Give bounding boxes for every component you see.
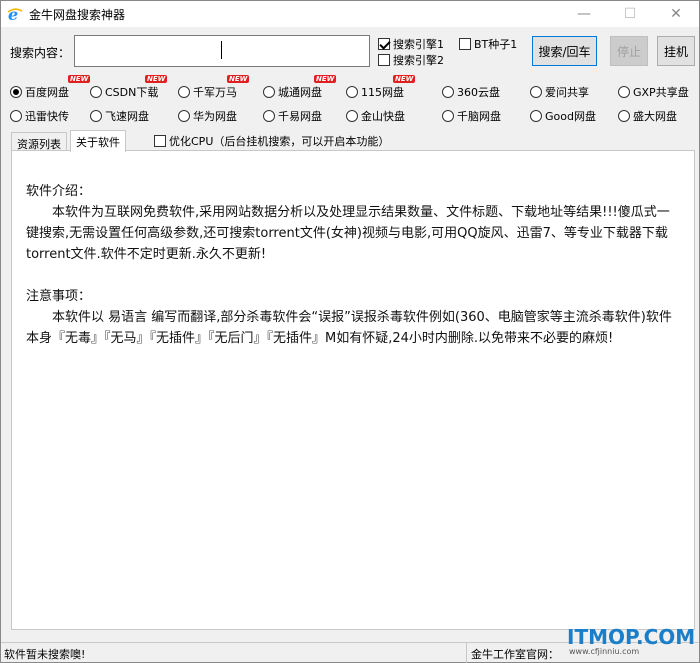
source-label: 飞速网盘: [105, 110, 149, 123]
bt-label: BT种子1: [474, 38, 518, 51]
optimize-cpu-label: 优化CPU（后台挂机搜索，可以开启本功能）: [169, 135, 390, 148]
source-gxp[interactable]: GXP共享盘: [618, 84, 689, 100]
stop-button[interactable]: 停止: [610, 36, 648, 66]
source-label: 360云盘: [457, 86, 500, 99]
about-article: 软件介绍： 本软件为互联网免费软件,采用网站数据分析以及处理显示结果数量、文件标…: [26, 181, 676, 349]
source-label: 城通网盘: [278, 86, 322, 99]
source-label: 金山快盘: [361, 110, 405, 123]
radio-selected-icon: [10, 86, 22, 98]
source-qianjun[interactable]: 千军万马: [178, 84, 237, 100]
radio-icon: [442, 110, 454, 122]
engine1-checkbox[interactable]: 搜索引擎1: [378, 36, 444, 52]
notice-heading: 注意事项：: [26, 289, 92, 304]
radio-icon: [530, 110, 542, 122]
radio-icon: [90, 110, 102, 122]
source-label: 千军万马: [193, 86, 237, 99]
optimize-cpu-checkbox[interactable]: 优化CPU（后台挂机搜索，可以开启本功能）: [154, 133, 389, 149]
search-label: 搜索内容：: [10, 46, 71, 60]
radio-icon: [346, 110, 358, 122]
radio-icon: [263, 110, 275, 122]
source-huawei[interactable]: 华为网盘: [178, 108, 237, 124]
radio-icon: [178, 86, 190, 98]
source-aiwen[interactable]: 爱问共享: [530, 84, 589, 100]
source-label: 千易网盘: [278, 110, 322, 123]
engine2-checkbox[interactable]: 搜索引擎2: [378, 52, 444, 68]
source-xunlei[interactable]: 迅雷快传: [10, 108, 69, 124]
source-jinshan[interactable]: 金山快盘: [346, 108, 405, 124]
title-bar[interactable]: e 金牛网盘搜索神器 — ☐ ✕: [1, 1, 699, 27]
new-badge: NEW: [68, 75, 91, 83]
app-window: e 金牛网盘搜索神器 — ☐ ✕ 搜索内容： 搜索引擎1 BT种子1 搜索引擎2…: [0, 0, 700, 663]
source-label: 华为网盘: [193, 110, 237, 123]
engine2-label: 搜索引擎2: [393, 54, 444, 67]
source-label: GXP共享盘: [633, 86, 689, 99]
status-text: 软件暂未搜索噢!: [4, 648, 86, 661]
checkbox-empty-icon: [459, 38, 471, 50]
svg-text:e: e: [8, 6, 18, 22]
source-label: 盛大网盘: [633, 110, 677, 123]
new-badge: NEW: [227, 75, 250, 83]
new-badge: NEW: [393, 75, 416, 83]
source-shengda[interactable]: 盛大网盘: [618, 108, 677, 124]
minimize-button[interactable]: —: [561, 1, 607, 27]
checkbox-empty-icon: [154, 135, 166, 147]
source-label: 115网盘: [361, 86, 404, 99]
tab-about[interactable]: 关于软件: [70, 130, 126, 152]
ie-e-icon: e: [7, 6, 23, 22]
close-button[interactable]: ✕: [653, 1, 699, 27]
source-label: 千脑网盘: [457, 110, 501, 123]
radio-icon: [10, 110, 22, 122]
source-baidu[interactable]: 百度网盘: [10, 84, 69, 100]
radio-icon: [530, 86, 542, 98]
radio-icon: [178, 110, 190, 122]
checkbox-checked-icon: [378, 38, 390, 50]
source-label: 百度网盘: [25, 86, 69, 99]
source-360[interactable]: 360云盘: [442, 84, 500, 100]
search-button[interactable]: 搜索/回车: [532, 36, 597, 66]
source-feisu[interactable]: 飞速网盘: [90, 108, 149, 124]
notice-body: 本软件以 易语言 编写而翻译,部分杀毒软件会“误报”误报杀毒软件例如(360、电…: [26, 310, 672, 346]
radio-icon: [618, 110, 630, 122]
window-title: 金牛网盘搜索神器: [29, 8, 126, 22]
new-badge: NEW: [314, 75, 337, 83]
status-divider: [466, 643, 467, 663]
source-label: 迅雷快传: [25, 110, 69, 123]
radio-icon: [263, 86, 275, 98]
radio-icon: [90, 86, 102, 98]
source-csdn[interactable]: CSDN下载: [90, 84, 158, 100]
maximize-button[interactable]: ☐: [607, 1, 653, 27]
source-qianyi[interactable]: 千易网盘: [263, 108, 322, 124]
source-qiannao[interactable]: 千脑网盘: [442, 108, 501, 124]
radio-icon: [346, 86, 358, 98]
checkbox-empty-icon: [378, 54, 390, 66]
tab-resources[interactable]: 资源列表: [11, 132, 67, 152]
source-label: 爱问共享: [545, 86, 589, 99]
hang-button[interactable]: 挂机: [657, 36, 695, 66]
radio-icon: [442, 86, 454, 98]
bt-checkbox[interactable]: BT种子1: [459, 36, 517, 52]
radio-icon: [618, 86, 630, 98]
watermark-brand: ITMOP.COM: [567, 625, 696, 649]
source-good[interactable]: Good网盘: [530, 108, 596, 124]
source-label: Good网盘: [545, 110, 596, 123]
new-badge: NEW: [145, 75, 168, 83]
intro-heading: 软件介绍：: [26, 184, 92, 199]
about-panel: 软件介绍： 本软件为互联网免费软件,采用网站数据分析以及处理显示结果数量、文件标…: [11, 150, 695, 630]
source-chengtong[interactable]: 城通网盘: [263, 84, 322, 100]
source-label: CSDN下载: [105, 86, 159, 99]
engine1-label: 搜索引擎1: [393, 38, 444, 51]
search-input[interactable]: [74, 35, 370, 67]
intro-body: 本软件为互联网免费软件,采用网站数据分析以及处理显示结果数量、文件标题、下载地址…: [26, 205, 670, 262]
watermark: ITMOP.COM www.cfjinniu.com: [567, 627, 695, 656]
official-site-link[interactable]: 金牛工作室官网：: [471, 646, 559, 662]
source-115[interactable]: 115网盘: [346, 84, 404, 100]
text-caret: [221, 41, 222, 59]
